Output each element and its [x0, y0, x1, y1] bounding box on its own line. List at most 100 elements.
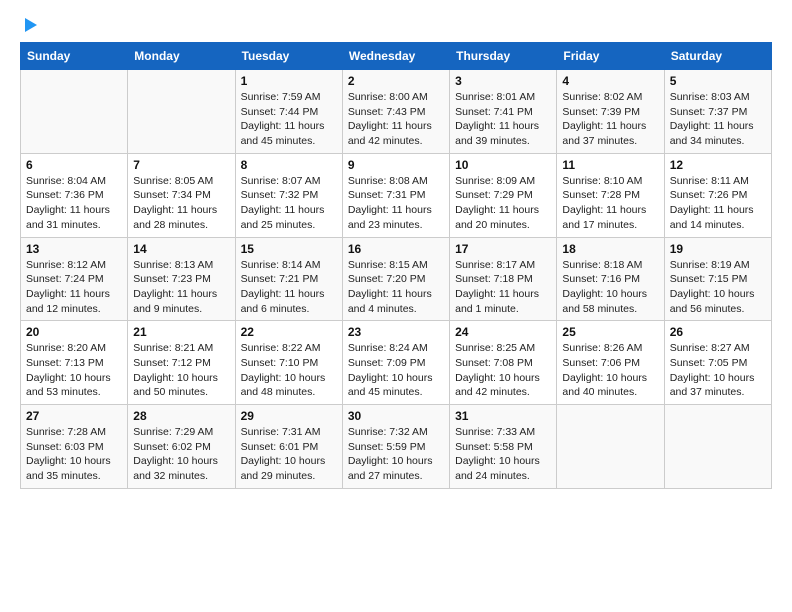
- day-number: 21: [133, 325, 229, 339]
- calendar-cell: 23 Sunrise: 8:24 AM Sunset: 7:09 PM Dayli…: [342, 321, 449, 405]
- day-info: Sunrise: 7:29 AM Sunset: 6:02 PM Dayligh…: [133, 425, 229, 484]
- calendar-cell: 14 Sunrise: 8:13 AM Sunset: 7:23 PM Dayli…: [128, 237, 235, 321]
- calendar-cell: 21 Sunrise: 8:21 AM Sunset: 7:12 PM Dayli…: [128, 321, 235, 405]
- day-info: Sunrise: 8:27 AM Sunset: 7:05 PM Dayligh…: [670, 341, 766, 400]
- day-number: 29: [241, 409, 337, 423]
- day-number: 15: [241, 242, 337, 256]
- calendar-week-row: 20 Sunrise: 8:20 AM Sunset: 7:13 PM Dayli…: [21, 321, 772, 405]
- calendar-cell: 7 Sunrise: 8:05 AM Sunset: 7:34 PM Daylig…: [128, 153, 235, 237]
- day-info: Sunrise: 8:24 AM Sunset: 7:09 PM Dayligh…: [348, 341, 444, 400]
- day-info: Sunrise: 8:26 AM Sunset: 7:06 PM Dayligh…: [562, 341, 658, 400]
- day-number: 20: [26, 325, 122, 339]
- day-info: Sunrise: 8:25 AM Sunset: 7:08 PM Dayligh…: [455, 341, 551, 400]
- day-info: Sunrise: 7:59 AM Sunset: 7:44 PM Dayligh…: [241, 90, 337, 149]
- day-number: 22: [241, 325, 337, 339]
- calendar-cell: 3 Sunrise: 8:01 AM Sunset: 7:41 PM Daylig…: [450, 70, 557, 154]
- calendar-cell: 29 Sunrise: 7:31 AM Sunset: 6:01 PM Dayli…: [235, 405, 342, 489]
- calendar-cell: [557, 405, 664, 489]
- day-number: 19: [670, 242, 766, 256]
- day-number: 9: [348, 158, 444, 172]
- calendar-cell: 9 Sunrise: 8:08 AM Sunset: 7:31 PM Daylig…: [342, 153, 449, 237]
- calendar-cell: [128, 70, 235, 154]
- day-number: 27: [26, 409, 122, 423]
- calendar-cell: 1 Sunrise: 7:59 AM Sunset: 7:44 PM Daylig…: [235, 70, 342, 154]
- day-info: Sunrise: 8:21 AM Sunset: 7:12 PM Dayligh…: [133, 341, 229, 400]
- day-number: 14: [133, 242, 229, 256]
- calendar-cell: 28Sunrise: 7:29 AM Sunset: 6:02 PM Dayli…: [128, 405, 235, 489]
- day-number: 6: [26, 158, 122, 172]
- day-number: 25: [562, 325, 658, 339]
- day-number: 18: [562, 242, 658, 256]
- day-number: 2: [348, 74, 444, 88]
- day-info: Sunrise: 8:12 AM Sunset: 7:24 PM Dayligh…: [26, 258, 122, 317]
- day-info: Sunrise: 8:08 AM Sunset: 7:31 PM Dayligh…: [348, 174, 444, 233]
- calendar-cell: 5 Sunrise: 8:03 AM Sunset: 7:37 PM Daylig…: [664, 70, 771, 154]
- day-info: Sunrise: 8:05 AM Sunset: 7:34 PM Dayligh…: [133, 174, 229, 233]
- weekday-header: Saturday: [664, 43, 771, 70]
- calendar-cell: 18Sunrise: 8:18 AM Sunset: 7:16 PM Dayli…: [557, 237, 664, 321]
- page: SundayMondayTuesdayWednesdayThursdayFrid…: [0, 0, 792, 612]
- calendar-cell: 19 Sunrise: 8:19 AM Sunset: 7:15 PM Dayli…: [664, 237, 771, 321]
- day-number: 11: [562, 158, 658, 172]
- weekday-header: Sunday: [21, 43, 128, 70]
- calendar-cell: 17Sunrise: 8:17 AM Sunset: 7:18 PM Dayli…: [450, 237, 557, 321]
- calendar-cell: 11 Sunrise: 8:10 AM Sunset: 7:28 PM Dayli…: [557, 153, 664, 237]
- day-info: Sunrise: 7:28 AM Sunset: 6:03 PM Dayligh…: [26, 425, 122, 484]
- calendar-cell: 25 Sunrise: 8:26 AM Sunset: 7:06 PM Dayli…: [557, 321, 664, 405]
- calendar-cell: 20 Sunrise: 8:20 AM Sunset: 7:13 PM Dayli…: [21, 321, 128, 405]
- calendar-table: SundayMondayTuesdayWednesdayThursdayFrid…: [20, 42, 772, 489]
- day-info: Sunrise: 8:19 AM Sunset: 7:15 PM Dayligh…: [670, 258, 766, 317]
- calendar-week-row: 13 Sunrise: 8:12 AM Sunset: 7:24 PM Dayli…: [21, 237, 772, 321]
- day-number: 13: [26, 242, 122, 256]
- day-number: 3: [455, 74, 551, 88]
- calendar-cell: 30 Sunrise: 7:32 AM Sunset: 5:59 PM Dayli…: [342, 405, 449, 489]
- day-info: Sunrise: 8:02 AM Sunset: 7:39 PM Dayligh…: [562, 90, 658, 149]
- day-info: Sunrise: 7:32 AM Sunset: 5:59 PM Dayligh…: [348, 425, 444, 484]
- day-info: Sunrise: 8:15 AM Sunset: 7:20 PM Dayligh…: [348, 258, 444, 317]
- day-info: Sunrise: 8:10 AM Sunset: 7:28 PM Dayligh…: [562, 174, 658, 233]
- day-info: Sunrise: 8:09 AM Sunset: 7:29 PM Dayligh…: [455, 174, 551, 233]
- day-number: 30: [348, 409, 444, 423]
- day-number: 23: [348, 325, 444, 339]
- weekday-header: Monday: [128, 43, 235, 70]
- weekday-header: Friday: [557, 43, 664, 70]
- day-number: 4: [562, 74, 658, 88]
- calendar-cell: 26 Sunrise: 8:27 AM Sunset: 7:05 PM Dayli…: [664, 321, 771, 405]
- day-info: Sunrise: 8:11 AM Sunset: 7:26 PM Dayligh…: [670, 174, 766, 233]
- header: [20, 16, 772, 32]
- calendar-cell: 24 Sunrise: 8:25 AM Sunset: 7:08 PM Dayli…: [450, 321, 557, 405]
- day-number: 8: [241, 158, 337, 172]
- calendar-week-row: 6Sunrise: 8:04 AM Sunset: 7:36 PM Daylig…: [21, 153, 772, 237]
- weekday-header: Thursday: [450, 43, 557, 70]
- day-number: 31: [455, 409, 551, 423]
- day-number: 1: [241, 74, 337, 88]
- logo: [20, 16, 39, 32]
- day-info: Sunrise: 8:13 AM Sunset: 7:23 PM Dayligh…: [133, 258, 229, 317]
- calendar-cell: 6Sunrise: 8:04 AM Sunset: 7:36 PM Daylig…: [21, 153, 128, 237]
- calendar-cell: 12Sunrise: 8:11 AM Sunset: 7:26 PM Dayli…: [664, 153, 771, 237]
- calendar-cell: 8Sunrise: 8:07 AM Sunset: 7:32 PM Daylig…: [235, 153, 342, 237]
- calendar-cell: 13 Sunrise: 8:12 AM Sunset: 7:24 PM Dayli…: [21, 237, 128, 321]
- day-info: Sunrise: 8:20 AM Sunset: 7:13 PM Dayligh…: [26, 341, 122, 400]
- weekday-header-row: SundayMondayTuesdayWednesdayThursdayFrid…: [21, 43, 772, 70]
- calendar-cell: 27 Sunrise: 7:28 AM Sunset: 6:03 PM Dayli…: [21, 405, 128, 489]
- calendar-cell: 31 Sunrise: 7:33 AM Sunset: 5:58 PM Dayli…: [450, 405, 557, 489]
- day-info: Sunrise: 8:14 AM Sunset: 7:21 PM Dayligh…: [241, 258, 337, 317]
- day-number: 5: [670, 74, 766, 88]
- logo-line: [20, 16, 39, 34]
- day-info: Sunrise: 8:17 AM Sunset: 7:18 PM Dayligh…: [455, 258, 551, 317]
- day-info: Sunrise: 8:00 AM Sunset: 7:43 PM Dayligh…: [348, 90, 444, 149]
- day-info: Sunrise: 7:33 AM Sunset: 5:58 PM Dayligh…: [455, 425, 551, 484]
- day-info: Sunrise: 8:01 AM Sunset: 7:41 PM Dayligh…: [455, 90, 551, 149]
- day-number: 10: [455, 158, 551, 172]
- day-number: 26: [670, 325, 766, 339]
- day-info: Sunrise: 8:03 AM Sunset: 7:37 PM Dayligh…: [670, 90, 766, 149]
- calendar-cell: [664, 405, 771, 489]
- calendar-cell: 16Sunrise: 8:15 AM Sunset: 7:20 PM Dayli…: [342, 237, 449, 321]
- day-number: 24: [455, 325, 551, 339]
- day-number: 7: [133, 158, 229, 172]
- calendar-week-row: 1 Sunrise: 7:59 AM Sunset: 7:44 PM Daylig…: [21, 70, 772, 154]
- day-info: Sunrise: 7:31 AM Sunset: 6:01 PM Dayligh…: [241, 425, 337, 484]
- calendar-cell: 10 Sunrise: 8:09 AM Sunset: 7:29 PM Dayli…: [450, 153, 557, 237]
- calendar-cell: 4 Sunrise: 8:02 AM Sunset: 7:39 PM Daylig…: [557, 70, 664, 154]
